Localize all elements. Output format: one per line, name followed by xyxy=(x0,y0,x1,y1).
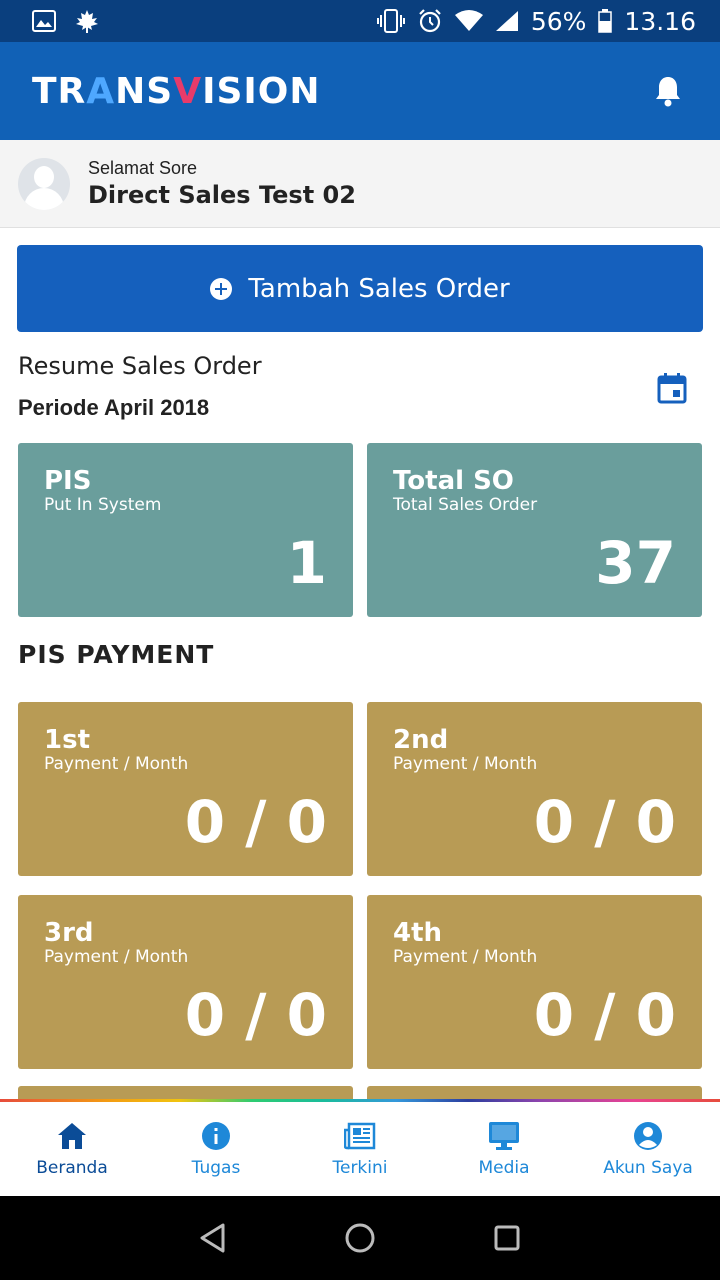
nav-item-akun-saya[interactable]: Akun Saya xyxy=(576,1102,720,1196)
maple-leaf-icon xyxy=(74,9,100,33)
greeting-salutation: Selamat Sore xyxy=(88,158,198,178)
card-title: PIS xyxy=(44,466,92,496)
home-icon xyxy=(56,1120,88,1152)
newspaper-icon xyxy=(344,1120,376,1152)
pis-card[interactable]: PIS Put In System 1 xyxy=(18,443,353,617)
status-bar: 56% 13.16 xyxy=(0,0,720,42)
periode-label: Periode April 2018 xyxy=(18,395,210,420)
card-value: 0 / 0 xyxy=(184,981,327,1049)
resume-title: Resume Sales Order xyxy=(18,352,262,380)
card-value: 0 / 0 xyxy=(533,981,676,1049)
nav-item-beranda[interactable]: Beranda xyxy=(0,1102,144,1196)
payment-card-4th[interactable]: 4th Payment / Month 0 / 0 xyxy=(367,895,702,1069)
transvision-logo: TRANSVISION xyxy=(32,70,321,112)
card-title: Total SO xyxy=(393,466,514,496)
nav-label: Akun Saya xyxy=(603,1158,693,1178)
nav-item-media[interactable]: Media xyxy=(432,1102,576,1196)
monitor-icon xyxy=(488,1120,520,1152)
card-subtitle: Payment / Month xyxy=(44,754,189,774)
add-sales-order-button[interactable]: Tambah Sales Order xyxy=(17,245,703,332)
avatar[interactable] xyxy=(18,157,70,210)
alarm-icon xyxy=(417,8,443,34)
payment-card-1st[interactable]: 1st Payment / Month 0 / 0 xyxy=(18,702,353,876)
card-title: 3rd xyxy=(44,918,94,948)
battery-percent: 56% xyxy=(530,6,587,36)
bell-icon[interactable] xyxy=(648,71,688,111)
wifi-icon xyxy=(454,10,483,32)
nav-item-tugas[interactable]: Tugas xyxy=(144,1102,288,1196)
nav-item-terkini[interactable]: Terkini xyxy=(288,1102,432,1196)
signal-icon xyxy=(495,10,519,32)
back-icon[interactable] xyxy=(193,1218,233,1258)
recent-apps-icon[interactable] xyxy=(487,1218,527,1258)
card-value: 0 / 0 xyxy=(184,788,327,856)
card-title: 4th xyxy=(393,918,443,948)
battery-icon xyxy=(598,9,613,33)
card-title: 2nd xyxy=(393,725,449,755)
greeting-header: Selamat Sore Direct Sales Test 02 xyxy=(0,140,720,228)
payment-card-3rd[interactable]: 3rd Payment / Month 0 / 0 xyxy=(18,895,353,1069)
card-title: 1st xyxy=(44,725,90,755)
card-subtitle: Total Sales Order xyxy=(393,495,538,515)
home-circle-icon[interactable] xyxy=(340,1218,380,1258)
nav-label: Beranda xyxy=(36,1158,108,1178)
payment-card-peek xyxy=(367,1086,702,1100)
user-name: Direct Sales Test 02 xyxy=(88,181,356,209)
card-value: 1 xyxy=(286,529,327,597)
plus-circle-icon xyxy=(210,277,233,300)
app-bar: TRANSVISION xyxy=(0,42,720,140)
nav-label: Terkini xyxy=(332,1158,388,1178)
card-value: 37 xyxy=(595,529,676,597)
add-sales-order-label: Tambah Sales Order xyxy=(248,273,510,304)
total-so-card[interactable]: Total SO Total Sales Order 37 xyxy=(367,443,702,617)
account-icon xyxy=(632,1120,664,1152)
payment-card-2nd[interactable]: 2nd Payment / Month 0 / 0 xyxy=(367,702,702,876)
payment-card-peek xyxy=(18,1086,353,1100)
image-notification-icon xyxy=(32,10,56,32)
clock-time: 13.16 xyxy=(624,6,696,36)
vibrate-icon xyxy=(376,8,405,34)
card-subtitle: Payment / Month xyxy=(44,947,189,967)
pis-payment-title: PIS PAYMENT xyxy=(18,640,215,669)
calendar-icon[interactable] xyxy=(656,372,688,404)
card-subtitle: Put In System xyxy=(44,495,162,515)
system-navigation-bar xyxy=(0,1196,720,1280)
nav-label: Tugas xyxy=(191,1158,241,1178)
card-subtitle: Payment / Month xyxy=(393,754,538,774)
card-subtitle: Payment / Month xyxy=(393,947,538,967)
card-value: 0 / 0 xyxy=(533,788,676,856)
nav-label: Media xyxy=(478,1158,530,1178)
bottom-navigation: Beranda Tugas Terkini Media Akun Saya xyxy=(0,1102,720,1196)
info-icon xyxy=(200,1120,232,1152)
